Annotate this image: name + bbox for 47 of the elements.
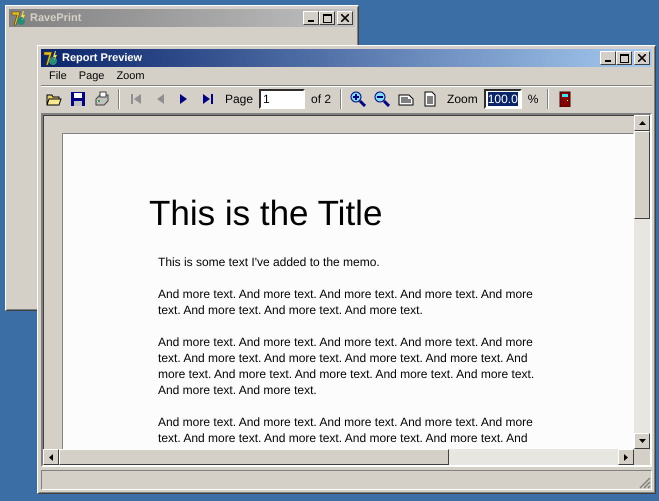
scroll-down-button[interactable] (634, 433, 650, 449)
window-title: RavePrint (30, 12, 82, 24)
up-arrow-icon (638, 121, 646, 125)
paragraph: And more text. And more text. And more text. And more text. And more text. And more text. And more text. And more text. And more text. And more text. And more text. And more text. And more text. And more text. And more text. And more text. (158, 334, 536, 398)
close-icon (341, 14, 349, 22)
page-total: of 2 (310, 92, 332, 106)
last-page-icon (200, 91, 216, 107)
menu-item[interactable]: File (43, 70, 73, 82)
maximize-icon (322, 14, 332, 22)
whole-page-icon (422, 91, 438, 107)
maximize-icon (620, 54, 628, 62)
page-label: Page (224, 92, 254, 106)
horizontal-scrollbar[interactable] (43, 449, 634, 465)
zoom-in-icon (350, 91, 366, 107)
minimize-button[interactable] (600, 51, 616, 65)
down-arrow-icon (638, 439, 646, 443)
close-icon (638, 54, 646, 62)
app-logo-icon (43, 50, 59, 66)
door-icon (557, 91, 574, 107)
close-button[interactable] (634, 51, 650, 65)
zoom-unit: % (526, 92, 540, 106)
window-title: Report Preview (62, 52, 144, 64)
printer-icon (94, 91, 110, 107)
menu-item[interactable]: Page (72, 70, 110, 82)
close-button[interactable] (337, 11, 353, 25)
menu-item[interactable]: Zoom (110, 70, 151, 82)
maximize-button[interactable] (319, 11, 335, 25)
paragraph: This is some text I've added to the memo. (158, 254, 381, 270)
left-arrow-icon (49, 454, 53, 460)
zoom-field[interactable]: 100.0 (484, 89, 522, 109)
report-title: This is the Title (149, 194, 384, 234)
app-logo-icon (11, 10, 27, 26)
scrollbar-thumb[interactable] (634, 131, 650, 219)
maximize-button[interactable] (616, 51, 632, 65)
paragraph: And more text. And more text. And more text. And more text. And more text. And more text. And more text. And more text. And more text. And (158, 414, 534, 446)
vertical-scrollbar[interactable] (634, 115, 650, 449)
minimize-button[interactable] (303, 11, 319, 25)
page-number-field[interactable]: 1 (259, 89, 306, 109)
scroll-up-button[interactable] (634, 115, 650, 131)
right-arrow-icon (624, 454, 628, 460)
zoom-label: Zoom (446, 92, 479, 106)
zoom-out-icon (374, 91, 390, 107)
scroll-left-button[interactable] (43, 449, 59, 465)
scroll-right-button[interactable] (618, 449, 634, 465)
scrollbar-thumb[interactable] (59, 449, 449, 465)
first-page-icon (128, 91, 144, 107)
paragraph: And more text. And more text. And more text. And more text. And more text. And more text. And more text. And more text. (158, 286, 534, 318)
